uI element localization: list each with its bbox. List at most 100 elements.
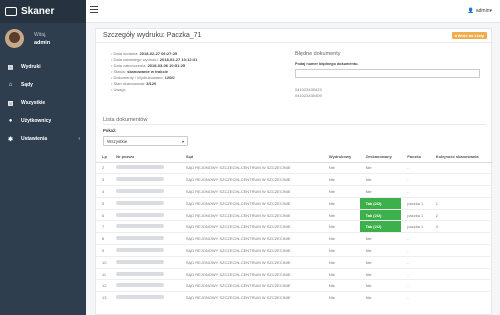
cell-scanned: Nie xyxy=(359,161,402,174)
user-panel: Witaj, admin xyxy=(0,23,86,58)
cell-court: SĄD REJONOWY SZCZECIN-CENTRUM W SZCZECIN… xyxy=(179,161,323,174)
caret-down-icon: ▾ xyxy=(489,8,492,14)
table-row[interactable]: 11 SĄD REJONOWY SZCZECIN-CENTRUM W SZCZEC… xyxy=(96,267,493,280)
info-value: 2018-02-27 10:12:31 xyxy=(159,57,198,62)
cell-case-number xyxy=(110,185,180,198)
error-document-input[interactable] xyxy=(295,69,480,78)
user-name: admin xyxy=(34,40,51,46)
cell-lp: 5 xyxy=(96,196,111,210)
info-label: Status: xyxy=(113,69,126,74)
cell-case-number xyxy=(110,267,180,280)
column-header[interactable]: Wydrukowy xyxy=(322,152,360,163)
cell-printed: Nie xyxy=(322,208,360,221)
cell-scanned: Tak (2/2) xyxy=(359,220,402,233)
info-label: Data dodania: xyxy=(113,51,139,56)
cell-lp: 2 xyxy=(96,161,111,174)
error-documents-section: Błędne dokumenty Podaj numer błędnego do… xyxy=(295,51,480,99)
redacted-number xyxy=(116,283,165,288)
table-row[interactable]: 8 SĄD REJONOWY SZCZECIN-CENTRUM W SZCZECI… xyxy=(96,232,493,245)
cell-scan-order xyxy=(429,161,493,174)
info-value: 2018-03-06 10:51:25 xyxy=(147,63,186,68)
column-header[interactable]: Paczka xyxy=(401,152,430,163)
sidebar-item-1[interactable]: ⌂ Sądy xyxy=(0,76,86,94)
table-row[interactable]: 2 SĄD REJONOWY SZCZECIN-CENTRUM W SZCZECI… xyxy=(96,161,493,174)
table-row[interactable]: 13 SĄD REJONOWY SZCZECIN-CENTRUM W SZCZEC… xyxy=(96,291,493,304)
cell-package: - xyxy=(401,185,430,198)
cell-printed: Nie xyxy=(322,279,360,292)
cell-case-number xyxy=(110,208,180,221)
cell-package: paczka 1 xyxy=(401,196,430,210)
column-header[interactable]: Kolejność skanowania xyxy=(429,152,493,163)
column-header[interactable]: Lp xyxy=(96,152,111,163)
chevron-down-icon: ▾ xyxy=(181,139,184,144)
info-value: 120/0 xyxy=(164,75,175,80)
info-value: 3/120 xyxy=(146,81,157,86)
cell-case-number xyxy=(110,232,180,245)
divider xyxy=(96,42,493,43)
table-row[interactable]: 9 SĄD REJONOWY SZCZECIN-CENTRUM W SZCZECI… xyxy=(96,244,493,257)
cell-case-number xyxy=(110,279,180,292)
user-dropdown[interactable]: 👤 admin ▾ xyxy=(468,8,492,14)
divider xyxy=(103,124,486,125)
column-header[interactable]: Zeskanowany xyxy=(359,152,402,163)
documents-table: Lp Nr pozwu Sąd Wydrukowy Zeskanowany Paczka K… xyxy=(96,152,493,304)
table-row[interactable]: 5 SĄD REJONOWY SZCZECIN-CENTRUM W SZCZECI… xyxy=(96,196,493,210)
cell-court: SĄD REJONOWY SZCZECIN-CENTRUM W SZCZECIN… xyxy=(179,267,323,280)
cell-case-number xyxy=(110,173,180,186)
cell-scan-order xyxy=(429,173,493,186)
sidebar-item-label: Sądy xyxy=(21,82,33,88)
sidebar-item-4[interactable]: ✱ Ustawienia ‹ xyxy=(0,130,86,148)
sidebar-item-2[interactable]: ▧ Wszystkie xyxy=(0,94,86,112)
table-row[interactable]: 4 SĄD REJONOWY SZCZECIN-CENTRUM W SZCZECI… xyxy=(96,185,493,198)
cell-printed: Nie xyxy=(322,255,360,269)
users-icon: ● xyxy=(8,118,13,124)
documents-list-title: Lista dokumentów xyxy=(103,117,148,123)
cell-package: - xyxy=(401,255,430,269)
cell-case-number xyxy=(110,291,180,304)
table-row[interactable]: 6 SĄD REJONOWY SZCZECIN-CENTRUM W SZCZECI… xyxy=(96,208,493,221)
user-greeting: Witaj, xyxy=(34,32,47,38)
sidebar-item-0[interactable]: ▤ Wydruki xyxy=(0,58,86,76)
cell-printed: Nie xyxy=(322,161,360,174)
cell-court: SĄD REJONOWY SZCZECIN-CENTRUM W SZCZECIN… xyxy=(179,208,323,221)
redacted-number xyxy=(116,165,165,170)
cell-scanned: Nie xyxy=(359,279,402,292)
table-row[interactable]: 3 SĄD REJONOWY SZCZECIN-CENTRUM W SZCZECI… xyxy=(96,173,493,186)
print-icon: ▤ xyxy=(7,64,14,71)
cell-lp: 9 xyxy=(96,244,111,257)
cell-printed: Nie xyxy=(322,267,360,280)
cell-package: paczka 1 xyxy=(401,208,430,221)
cell-case-number xyxy=(110,161,180,174)
cell-scan-order xyxy=(429,291,493,304)
back-to-list-button[interactable]: ◂ Wróć do Listy xyxy=(451,32,487,39)
sidebar: Skaner Witaj, admin ▤ Wydruki ⌂ Sądy ▧ Wszyst… xyxy=(0,0,86,315)
redacted-number xyxy=(116,247,165,252)
info-label: Uwagi: xyxy=(113,87,126,92)
table-row[interactable]: 7 SĄD REJONOWY SZCZECIN-CENTRUM W SZCZECI… xyxy=(96,220,493,233)
cell-lp: 10 xyxy=(96,255,111,269)
brand[interactable]: Skaner xyxy=(0,0,86,23)
cell-scan-order xyxy=(429,255,493,269)
column-header[interactable]: Nr pozwu xyxy=(110,152,180,163)
cell-scan-order: 1 xyxy=(429,196,493,210)
menu-toggle-icon[interactable] xyxy=(90,6,98,13)
table-row[interactable]: 10 SĄD REJONOWY SZCZECIN-CENTRUM W SZCZEC… xyxy=(96,255,493,269)
cell-printed: Nie xyxy=(322,196,360,210)
info-item: Uwagi: xyxy=(111,87,197,93)
column-header[interactable]: Sąd xyxy=(179,152,323,163)
cell-scanned: Nie xyxy=(359,244,402,257)
sidebar-item-3[interactable]: ● Użytkownicy xyxy=(0,112,86,130)
cell-lp: 3 xyxy=(96,173,111,186)
sidebar-menu: ▤ Wydruki ⌂ Sądy ▧ Wszystkie ● Użytkownicy ✱ Usta… xyxy=(0,58,86,148)
cell-case-number xyxy=(110,196,180,210)
cell-printed: Nie xyxy=(322,291,360,304)
info-label: Stan skanowania: xyxy=(113,81,146,86)
chevron-left-icon: ‹ xyxy=(78,136,80,142)
error-document-label: Podaj numer błędnego dokumentu. xyxy=(295,62,359,66)
filter-select[interactable]: Wszystkie ▾ xyxy=(103,136,188,146)
table-row[interactable]: 12 SĄD REJONOWY SZCZECIN-CENTRUM W SZCZEC… xyxy=(96,279,493,292)
redacted-number xyxy=(116,212,165,217)
error-code: 041023430409 xyxy=(295,93,322,98)
monitor-icon xyxy=(5,7,17,16)
info-label: Data zakończenia: xyxy=(113,63,147,68)
